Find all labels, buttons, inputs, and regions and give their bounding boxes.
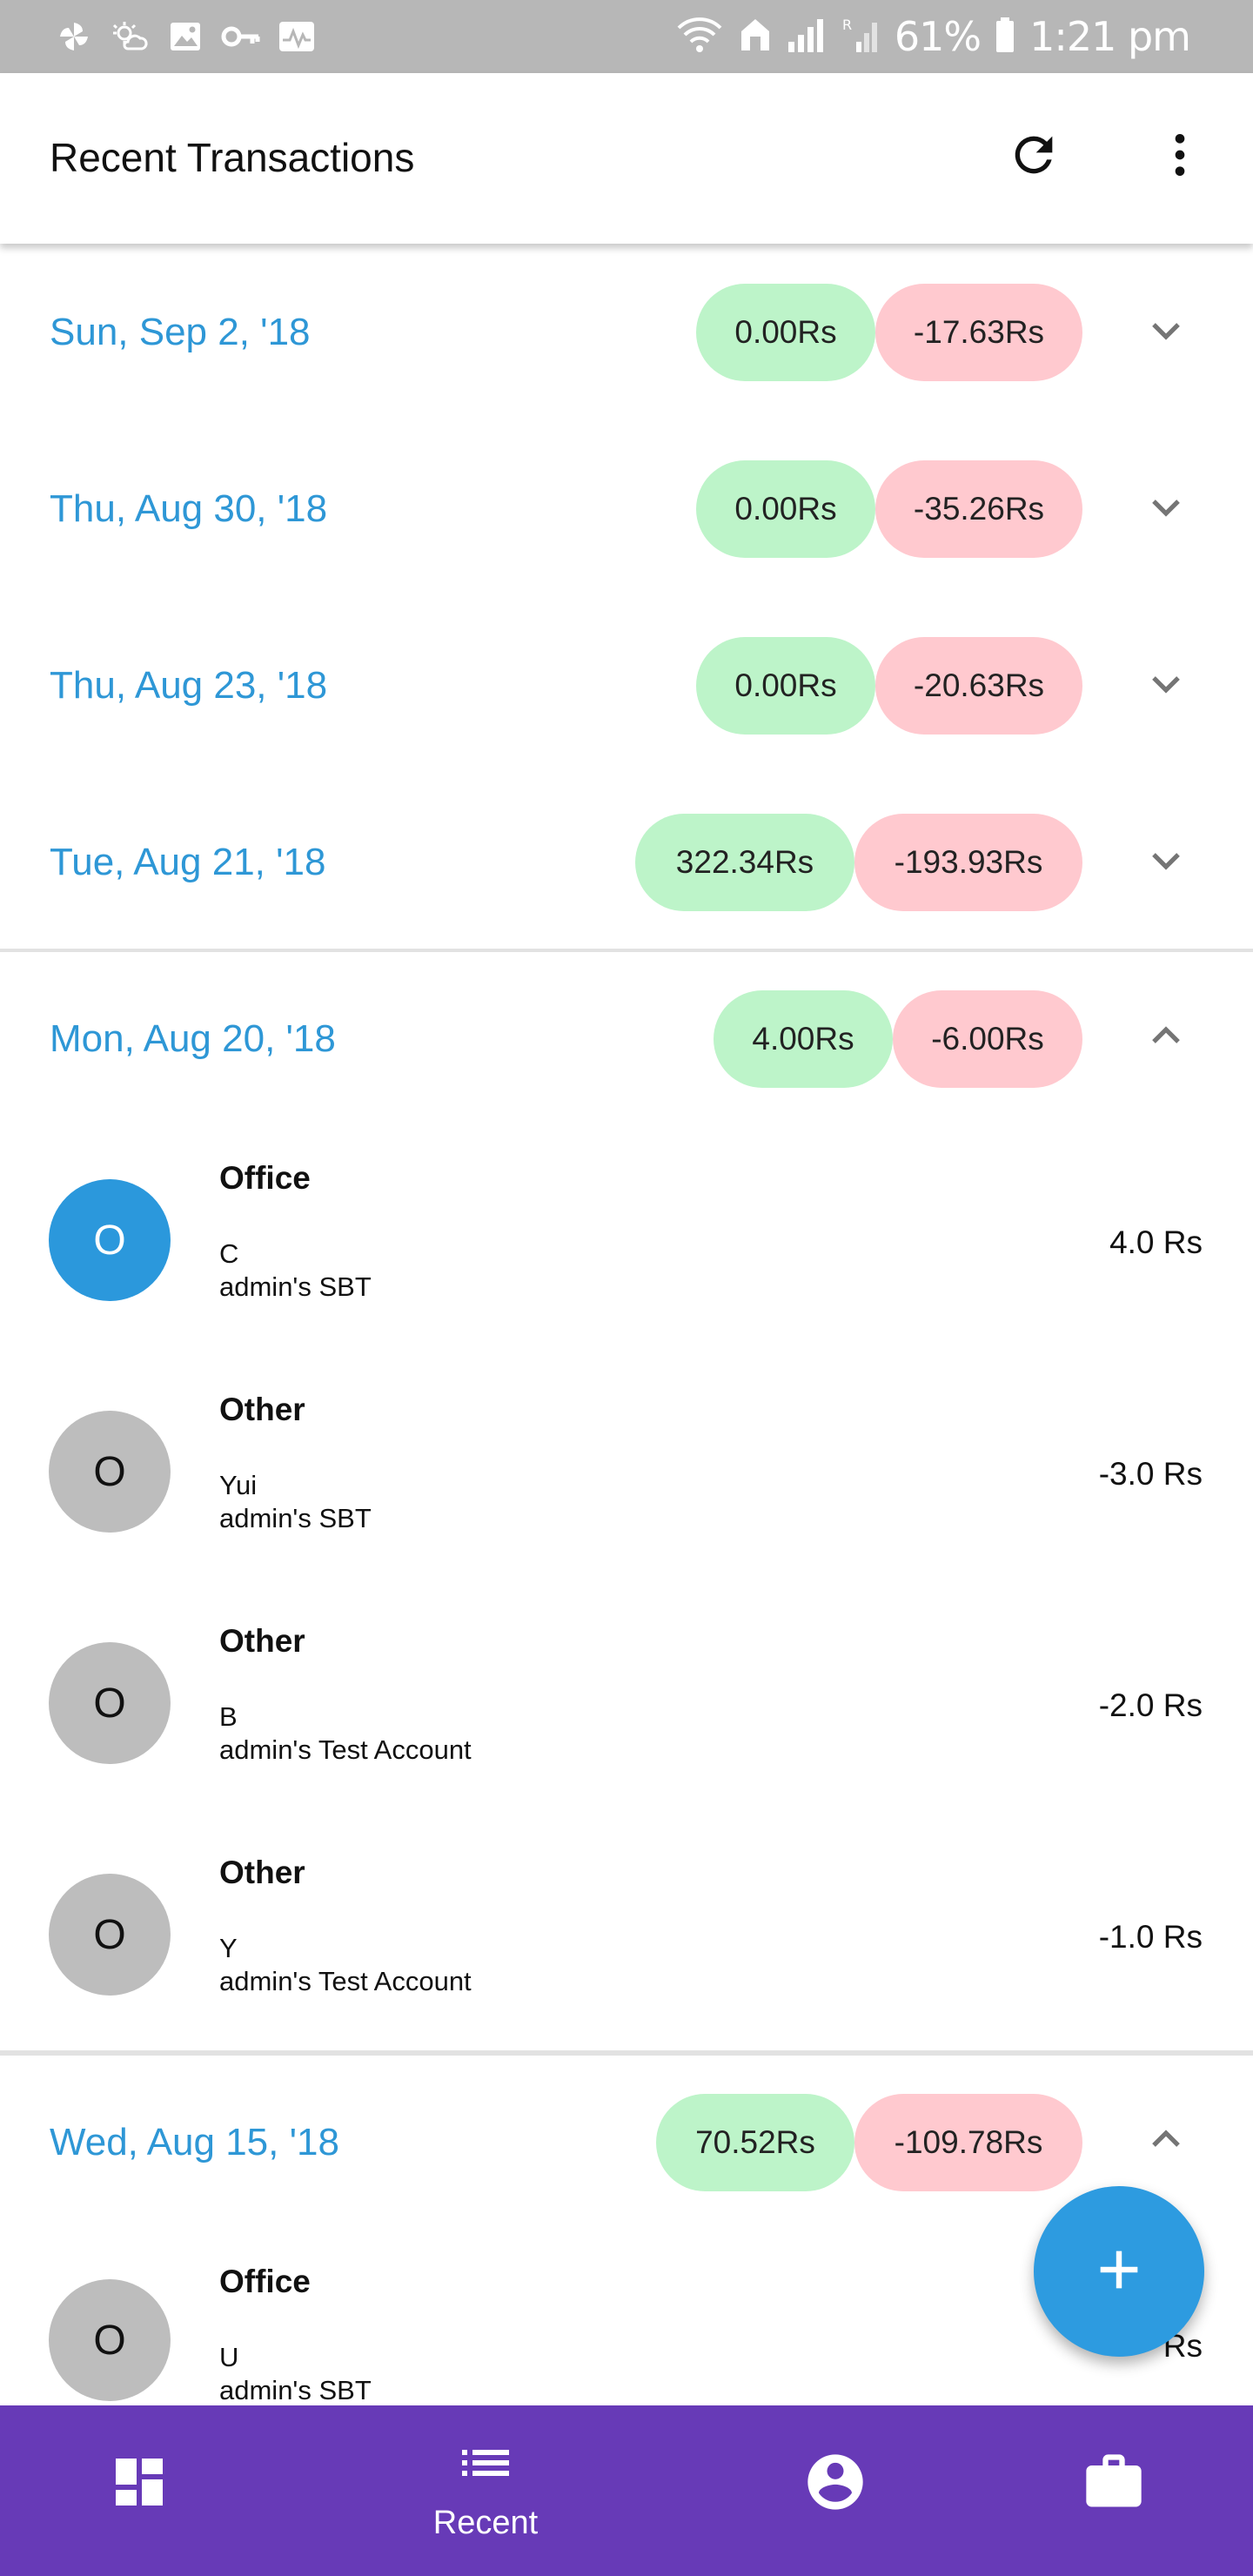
chevron-down-icon	[1145, 486, 1187, 532]
transaction-category: Office	[219, 1160, 311, 1196]
expand-toggle[interactable]	[1140, 660, 1192, 712]
transaction-category: Other	[219, 1392, 305, 1427]
transaction-payee: Y	[219, 1933, 238, 1963]
group-date: Sun, Sep 2, '18	[50, 310, 311, 353]
add-transaction-button[interactable]	[1034, 2186, 1204, 2357]
wifi-icon	[675, 16, 724, 58]
signal-roaming-icon: R	[842, 16, 881, 58]
transaction-category: Other	[219, 1855, 305, 1890]
image-icon	[165, 19, 205, 54]
transaction-row[interactable]: O Office C admin's SBT 4.0 Rs	[0, 1127, 1253, 1358]
avatar: O	[49, 1411, 171, 1533]
svg-text:R: R	[842, 17, 852, 33]
nav-label-recent: Recent	[432, 2505, 539, 2541]
expense-total-badge: -35.26Rs	[875, 460, 1082, 558]
transaction-account: admin's SBT	[219, 1503, 372, 1533]
transaction-account: admin's Test Account	[219, 1734, 472, 1765]
income-total-badge: 0.00Rs	[696, 283, 875, 381]
date-group-header[interactable]: Sun, Sep 2, '18 0.00Rs -17.63Rs	[0, 244, 1253, 420]
transaction-row[interactable]: O Other Y admin's Test Account -1.0 Rs	[0, 1821, 1253, 2053]
nav-item-account[interactable]	[731, 2405, 940, 2576]
transaction-row[interactable]: O Other Yui admin's SBT -3.0 Rs	[0, 1358, 1253, 1590]
home-icon	[738, 16, 773, 58]
chevron-down-icon	[1145, 309, 1187, 355]
expense-total-badge: -193.93Rs	[854, 813, 1082, 911]
group-date: Mon, Aug 20, '18	[50, 1016, 336, 1060]
transaction-amount: -1.0 Rs	[1098, 1919, 1203, 1955]
date-group-header[interactable]: Tue, Aug 21, '18 322.34Rs -193.93Rs	[0, 774, 1253, 950]
avatar: O	[49, 1179, 171, 1301]
transaction-account: admin's SBT	[219, 1271, 372, 1302]
transaction-account: admin's Test Account	[219, 1966, 472, 1996]
expense-total-badge: -17.63Rs	[875, 283, 1082, 381]
date-group-header[interactable]: Mon, Aug 20, '18 4.00Rs -6.00Rs	[0, 950, 1253, 1127]
avatar: O	[49, 1642, 171, 1764]
refresh-button[interactable]	[1001, 124, 1067, 190]
expense-total-badge: -6.00Rs	[893, 989, 1082, 1088]
income-total-badge: 322.34Rs	[635, 813, 854, 911]
avatar: O	[49, 2279, 171, 2401]
transaction-category: Other	[219, 1623, 305, 1659]
bottom-navigation: Recent	[0, 2405, 1253, 2576]
income-total-badge: 70.52Rs	[656, 2093, 854, 2191]
transaction-payee: U	[219, 2342, 239, 2372]
app-bar: Recent Transactions	[0, 73, 1253, 244]
status-system-icons: R 61% 1:21 pm	[675, 12, 1191, 61]
account-circle-icon	[801, 2447, 870, 2517]
page-title: Recent Transactions	[50, 135, 415, 180]
transaction-payee: Yui	[219, 1470, 258, 1500]
transaction-payee: C	[219, 1238, 239, 1269]
chevron-down-icon	[1145, 839, 1187, 885]
add-icon	[1091, 2242, 1147, 2302]
nav-item-dashboard[interactable]	[35, 2405, 244, 2576]
income-total-badge: 0.00Rs	[696, 636, 875, 735]
expand-toggle[interactable]	[1140, 483, 1192, 535]
group-date: Thu, Aug 30, '18	[50, 486, 328, 530]
list-icon	[451, 2428, 520, 2498]
nav-item-recent[interactable]: Recent	[381, 2405, 590, 2576]
transaction-list[interactable]: Sun, Sep 2, '18 0.00Rs -17.63Rs Thu, Aug…	[0, 244, 1253, 2405]
collapse-toggle[interactable]	[1140, 1013, 1192, 1065]
clock: 1:21 pm	[1029, 13, 1191, 60]
group-date: Thu, Aug 23, '18	[50, 663, 328, 707]
transaction-amount: -3.0 Rs	[1098, 1456, 1203, 1492]
collapse-toggle[interactable]	[1140, 2116, 1192, 2169]
nav-item-accounts-briefcase[interactable]	[1009, 2405, 1218, 2576]
transaction-payee: B	[219, 1701, 238, 1732]
chevron-up-icon	[1145, 1016, 1187, 1062]
activity-icon	[277, 19, 317, 54]
income-total-badge: 4.00Rs	[714, 989, 893, 1088]
date-group-header[interactable]: Thu, Aug 30, '18 0.00Rs -35.26Rs	[0, 420, 1253, 597]
avatar: O	[49, 1874, 171, 1996]
status-notification-icons	[54, 17, 317, 56]
briefcase-icon	[1079, 2447, 1149, 2517]
battery-percent: 61%	[894, 13, 982, 60]
chevron-down-icon	[1145, 662, 1187, 708]
transaction-row[interactable]: O Other B admin's Test Account -2.0 Rs	[0, 1590, 1253, 1821]
dashboard-icon	[104, 2447, 174, 2517]
transaction-account: admin's SBT	[219, 2375, 372, 2405]
more-vert-icon	[1152, 127, 1208, 187]
key-icon	[221, 19, 261, 54]
battery-icon	[995, 16, 1015, 58]
refresh-icon	[1006, 127, 1062, 187]
transaction-category: Office	[219, 2264, 311, 2299]
transaction-amount: 4.0 Rs	[1109, 1224, 1203, 1260]
group-date: Wed, Aug 15, '18	[50, 2120, 339, 2163]
more-options-button[interactable]	[1147, 124, 1213, 190]
chevron-up-icon	[1145, 2119, 1187, 2165]
expand-toggle[interactable]	[1140, 306, 1192, 359]
expense-total-badge: -109.78Rs	[854, 2093, 1082, 2191]
income-total-badge: 0.00Rs	[696, 460, 875, 558]
group-date: Tue, Aug 21, '18	[50, 840, 326, 883]
status-bar: R 61% 1:21 pm	[0, 0, 1253, 73]
signal-icon	[787, 16, 828, 58]
transaction-amount: -2.0 Rs	[1098, 1687, 1203, 1723]
weather-icon	[110, 19, 150, 54]
expense-total-badge: -20.63Rs	[875, 636, 1082, 735]
pinwheel-icon	[54, 19, 94, 54]
expand-toggle[interactable]	[1140, 836, 1192, 889]
date-group-header[interactable]: Thu, Aug 23, '18 0.00Rs -20.63Rs	[0, 597, 1253, 774]
